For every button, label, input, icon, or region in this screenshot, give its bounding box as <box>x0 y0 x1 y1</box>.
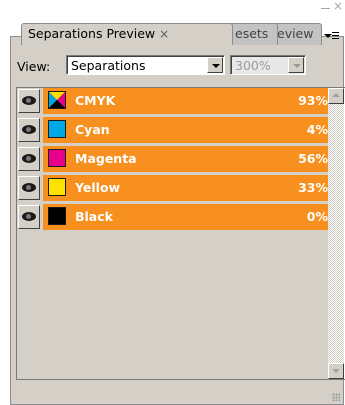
scroll-up-button[interactable] <box>328 88 344 104</box>
tab-preview-label: eview <box>277 26 314 41</box>
visibility-toggle[interactable] <box>18 118 40 142</box>
separation-name: Black <box>75 209 113 224</box>
chevron-down-icon <box>324 34 332 38</box>
eye-icon <box>22 96 36 105</box>
separation-row-yellow[interactable]: Yellow 33% <box>17 175 329 204</box>
tab-presets[interactable]: esets <box>226 23 278 45</box>
eye-icon <box>22 154 36 163</box>
separation-name: Cyan <box>75 122 110 137</box>
view-select[interactable]: Separations <box>66 55 225 75</box>
tab-separations-preview-label: Separations Preview <box>28 26 156 41</box>
visibility-toggle[interactable] <box>18 89 40 113</box>
visibility-toggle[interactable] <box>18 205 40 229</box>
zoom-select-value: 300% <box>235 58 271 73</box>
vertical-scrollbar[interactable] <box>328 88 344 379</box>
minimize-icon[interactable] <box>321 8 330 9</box>
view-select-value: Separations <box>71 58 146 73</box>
color-swatch <box>48 178 66 196</box>
color-swatch <box>48 120 66 138</box>
close-panel-icon[interactable]: × <box>333 0 343 12</box>
zoom-select: 300% <box>230 55 306 75</box>
separation-row-black[interactable]: Black 0% <box>17 204 329 233</box>
separation-percent: 4% <box>306 122 328 137</box>
menu-icon <box>332 32 339 41</box>
arrow-down-icon <box>332 369 340 373</box>
color-swatch <box>48 149 66 167</box>
separation-percent: 33% <box>298 180 328 195</box>
separation-percent: 0% <box>306 209 328 224</box>
separation-name: Magenta <box>75 151 137 166</box>
separation-row-cyan[interactable]: Cyan 4% <box>17 117 329 146</box>
arrow-up-icon <box>332 93 340 97</box>
status-strip <box>10 386 344 405</box>
resize-grip-icon[interactable] <box>332 393 340 401</box>
color-swatch <box>48 207 66 225</box>
panel-menu-button[interactable] <box>322 29 342 45</box>
separation-row-magenta[interactable]: Magenta 56% <box>17 146 329 175</box>
separations-list: CMYK 93% Cyan 4% Magenta 56% Yellow 33% <box>17 88 329 233</box>
separation-percent: 93% <box>298 93 328 108</box>
tab-close-icon[interactable]: × <box>159 27 169 41</box>
separation-name: CMYK <box>75 93 116 108</box>
eye-icon <box>22 183 36 192</box>
zoom-dropdown-button <box>288 57 304 73</box>
chevron-down-icon <box>212 64 220 68</box>
view-dropdown-button[interactable] <box>207 57 223 73</box>
separations-preview-panel: × eview esets Separations Preview × View:… <box>0 0 345 405</box>
scroll-down-button[interactable] <box>328 363 344 379</box>
cmyk-icon <box>48 91 66 109</box>
chevron-down-icon <box>293 64 301 68</box>
separation-name: Yellow <box>75 180 121 195</box>
separation-row-cmyk[interactable]: CMYK 93% <box>17 88 329 117</box>
separation-percent: 56% <box>298 151 328 166</box>
eye-icon <box>22 212 36 221</box>
eye-icon <box>22 125 36 134</box>
tab-presets-label: esets <box>235 26 269 41</box>
visibility-toggle[interactable] <box>18 147 40 171</box>
view-label: View: <box>17 59 51 74</box>
tab-separations-preview[interactable]: Separations Preview × <box>21 23 233 45</box>
visibility-toggle[interactable] <box>18 176 40 200</box>
